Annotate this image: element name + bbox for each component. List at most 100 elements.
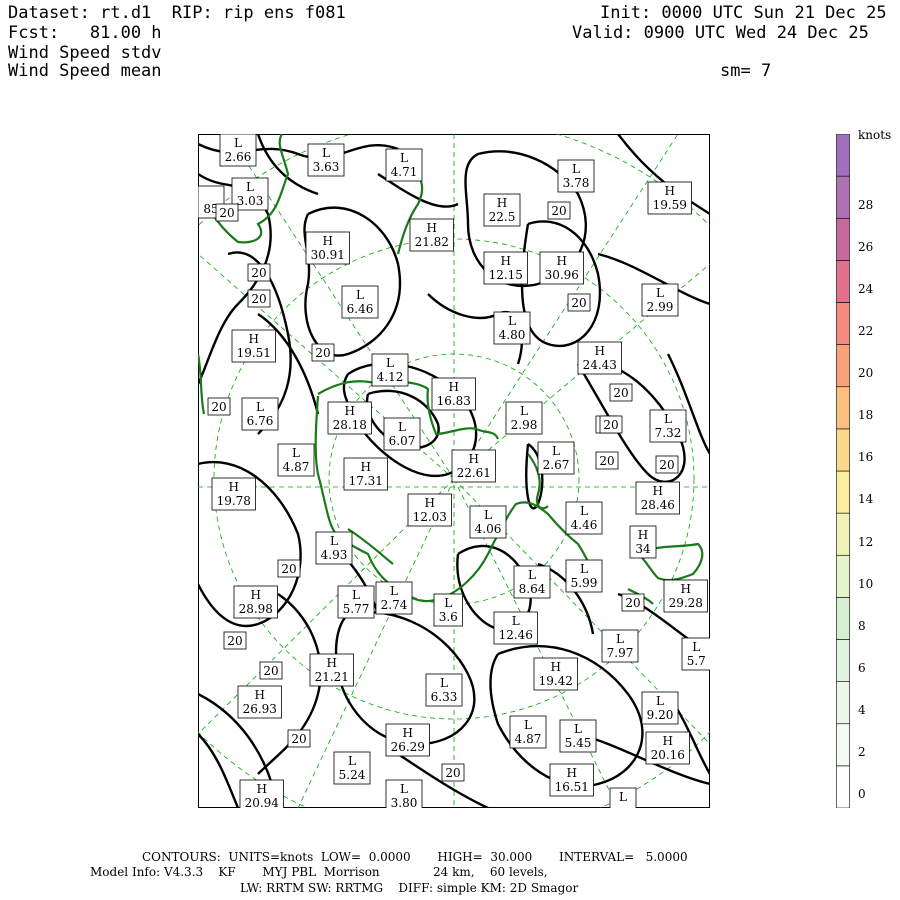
extremum-value: 5.99: [571, 576, 598, 590]
contour-value-label: 20: [207, 397, 231, 416]
contour-value-text: 20: [281, 562, 296, 576]
extremum-type: L: [528, 568, 536, 582]
low-extremum-label: L4.87: [509, 715, 547, 749]
extremum-type: L: [352, 588, 360, 602]
high-extremum-label: H24.43: [577, 341, 622, 375]
extremum-value: 19.59: [653, 198, 687, 212]
contour-value-label: 20: [287, 729, 311, 748]
contour-value-label: 20: [441, 763, 465, 782]
contour-value-text: 20: [571, 296, 586, 310]
low-extremum-label: L9.20: [641, 691, 679, 725]
contour-value-label: 20: [247, 263, 271, 282]
extremum-type: L: [356, 288, 364, 302]
color-scale-swatch: [836, 554, 850, 598]
high-extremum-label: H16.83: [431, 377, 476, 411]
contour-value-text: 20: [251, 292, 266, 306]
extremum-type: L: [386, 356, 394, 370]
extremum-value: 6.46: [347, 302, 374, 316]
extremum-value: 5.7: [687, 654, 706, 668]
color-scale-label: 18: [858, 408, 874, 422]
extremum-type: L: [520, 404, 528, 418]
low-extremum-label: L3.78: [557, 159, 595, 193]
extremum-value: 17.31: [349, 474, 383, 488]
extremum-value: 30.91: [311, 248, 345, 262]
contour-value-text: 20: [625, 596, 640, 610]
extremum-type: L: [580, 504, 588, 518]
extremum-type: H: [229, 480, 239, 494]
contour-value-label: 20: [247, 289, 271, 308]
low-extremum-label: L4.87: [277, 443, 315, 477]
extremum-value: 2.66: [225, 150, 252, 164]
extremum-value: 24.43: [583, 358, 617, 372]
color-scale-swatch: [836, 681, 850, 725]
extremum-type: H: [249, 332, 259, 346]
extremum-value: 6.33: [431, 690, 458, 704]
color-scale-swatch: [836, 639, 850, 682]
color-scale-label: 12: [858, 535, 874, 549]
forecast-hour-label: Fcst: 81.00 h: [8, 23, 162, 43]
extremum-type: L: [400, 782, 408, 796]
contour-value-text: 20: [291, 732, 306, 746]
extremum-type: L: [692, 640, 700, 654]
extremum-value: 12.15: [489, 268, 523, 282]
extremum-type: L: [574, 722, 582, 736]
color-scale-swatch: [836, 470, 850, 514]
contour-value-text: 20: [603, 418, 618, 432]
contour-value-label: 20: [621, 593, 645, 612]
low-extremum-label: L2.66: [219, 134, 257, 167]
high-extremum-label: H16.51: [549, 763, 594, 797]
extremum-type: L: [256, 400, 264, 414]
extremum-value: 26.29: [391, 740, 425, 754]
extremum-value: 9.20: [647, 708, 674, 722]
extremum-value: 16.83: [437, 394, 471, 408]
map-panel: L2.66 L3.63L4.71 L3.78L3.03 H22.5H19.59H21.…: [198, 134, 710, 808]
low-extremum-label: L12.46: [493, 611, 538, 645]
low-extremum-label: L7.97: [601, 629, 639, 663]
color-scale-label: 8: [858, 619, 866, 633]
low-extremum-label: L2.74: [375, 581, 413, 615]
low-extremum-label: L5.77: [337, 585, 375, 619]
low-extremum-label: L5.99: [565, 559, 603, 593]
extremum-value: 4.87: [515, 732, 542, 746]
extremum-type: H: [427, 221, 437, 235]
low-extremum-label: L3.63: [307, 143, 345, 177]
extremum-type: L: [330, 534, 338, 548]
contour-value-text: 20: [211, 400, 226, 414]
extremum-value: 16.51: [555, 780, 589, 794]
extremum-value: 3.03: [237, 194, 264, 208]
extremum-type: L: [664, 412, 672, 426]
contour-value-label: 20: [567, 293, 591, 312]
extremum-value: 2.99: [647, 300, 674, 314]
extremum-type: L: [400, 151, 408, 165]
low-extremum-label: L6.46: [341, 285, 379, 319]
extremum-value: 19.51: [237, 346, 271, 360]
extremum-value: 4.93: [321, 548, 348, 562]
low-extremum-label: L6.76: [241, 397, 279, 431]
color-scale-label: 4: [858, 703, 866, 717]
extremum-type: H: [551, 660, 561, 674]
field-stdv-label: Wind Speed stdv: [8, 43, 162, 63]
extremum-value: 2.67: [543, 458, 570, 472]
color-scale-label: 0: [858, 787, 866, 801]
extremum-value: 7.97: [607, 646, 634, 660]
contour-value-label: 20: [259, 661, 283, 680]
color-scale-swatch: [836, 723, 850, 767]
high-extremum-label: H28.46: [635, 481, 680, 515]
contour-value-text: 20: [551, 204, 566, 218]
color-scale-label: 16: [858, 450, 874, 464]
contour-value-text: 20: [251, 266, 266, 280]
extremum-type: L: [580, 562, 588, 576]
extremum-value: 22.61: [457, 466, 491, 480]
extremum-value: 12.46: [499, 628, 533, 642]
extremum-type: H: [327, 656, 337, 670]
extremum-type: H: [323, 234, 333, 248]
extremum-type: L: [616, 632, 624, 646]
extremum-value: 6.07: [389, 434, 416, 448]
extremum-type: H: [255, 688, 265, 702]
contour-value-text: 20: [227, 634, 242, 648]
extremum-value: 4.80: [499, 328, 526, 342]
color-scale-swatch: [836, 597, 850, 640]
high-extremum-label: H12.15: [483, 251, 528, 285]
extremum-type: L: [656, 286, 664, 300]
color-scale-bar: [836, 134, 850, 808]
